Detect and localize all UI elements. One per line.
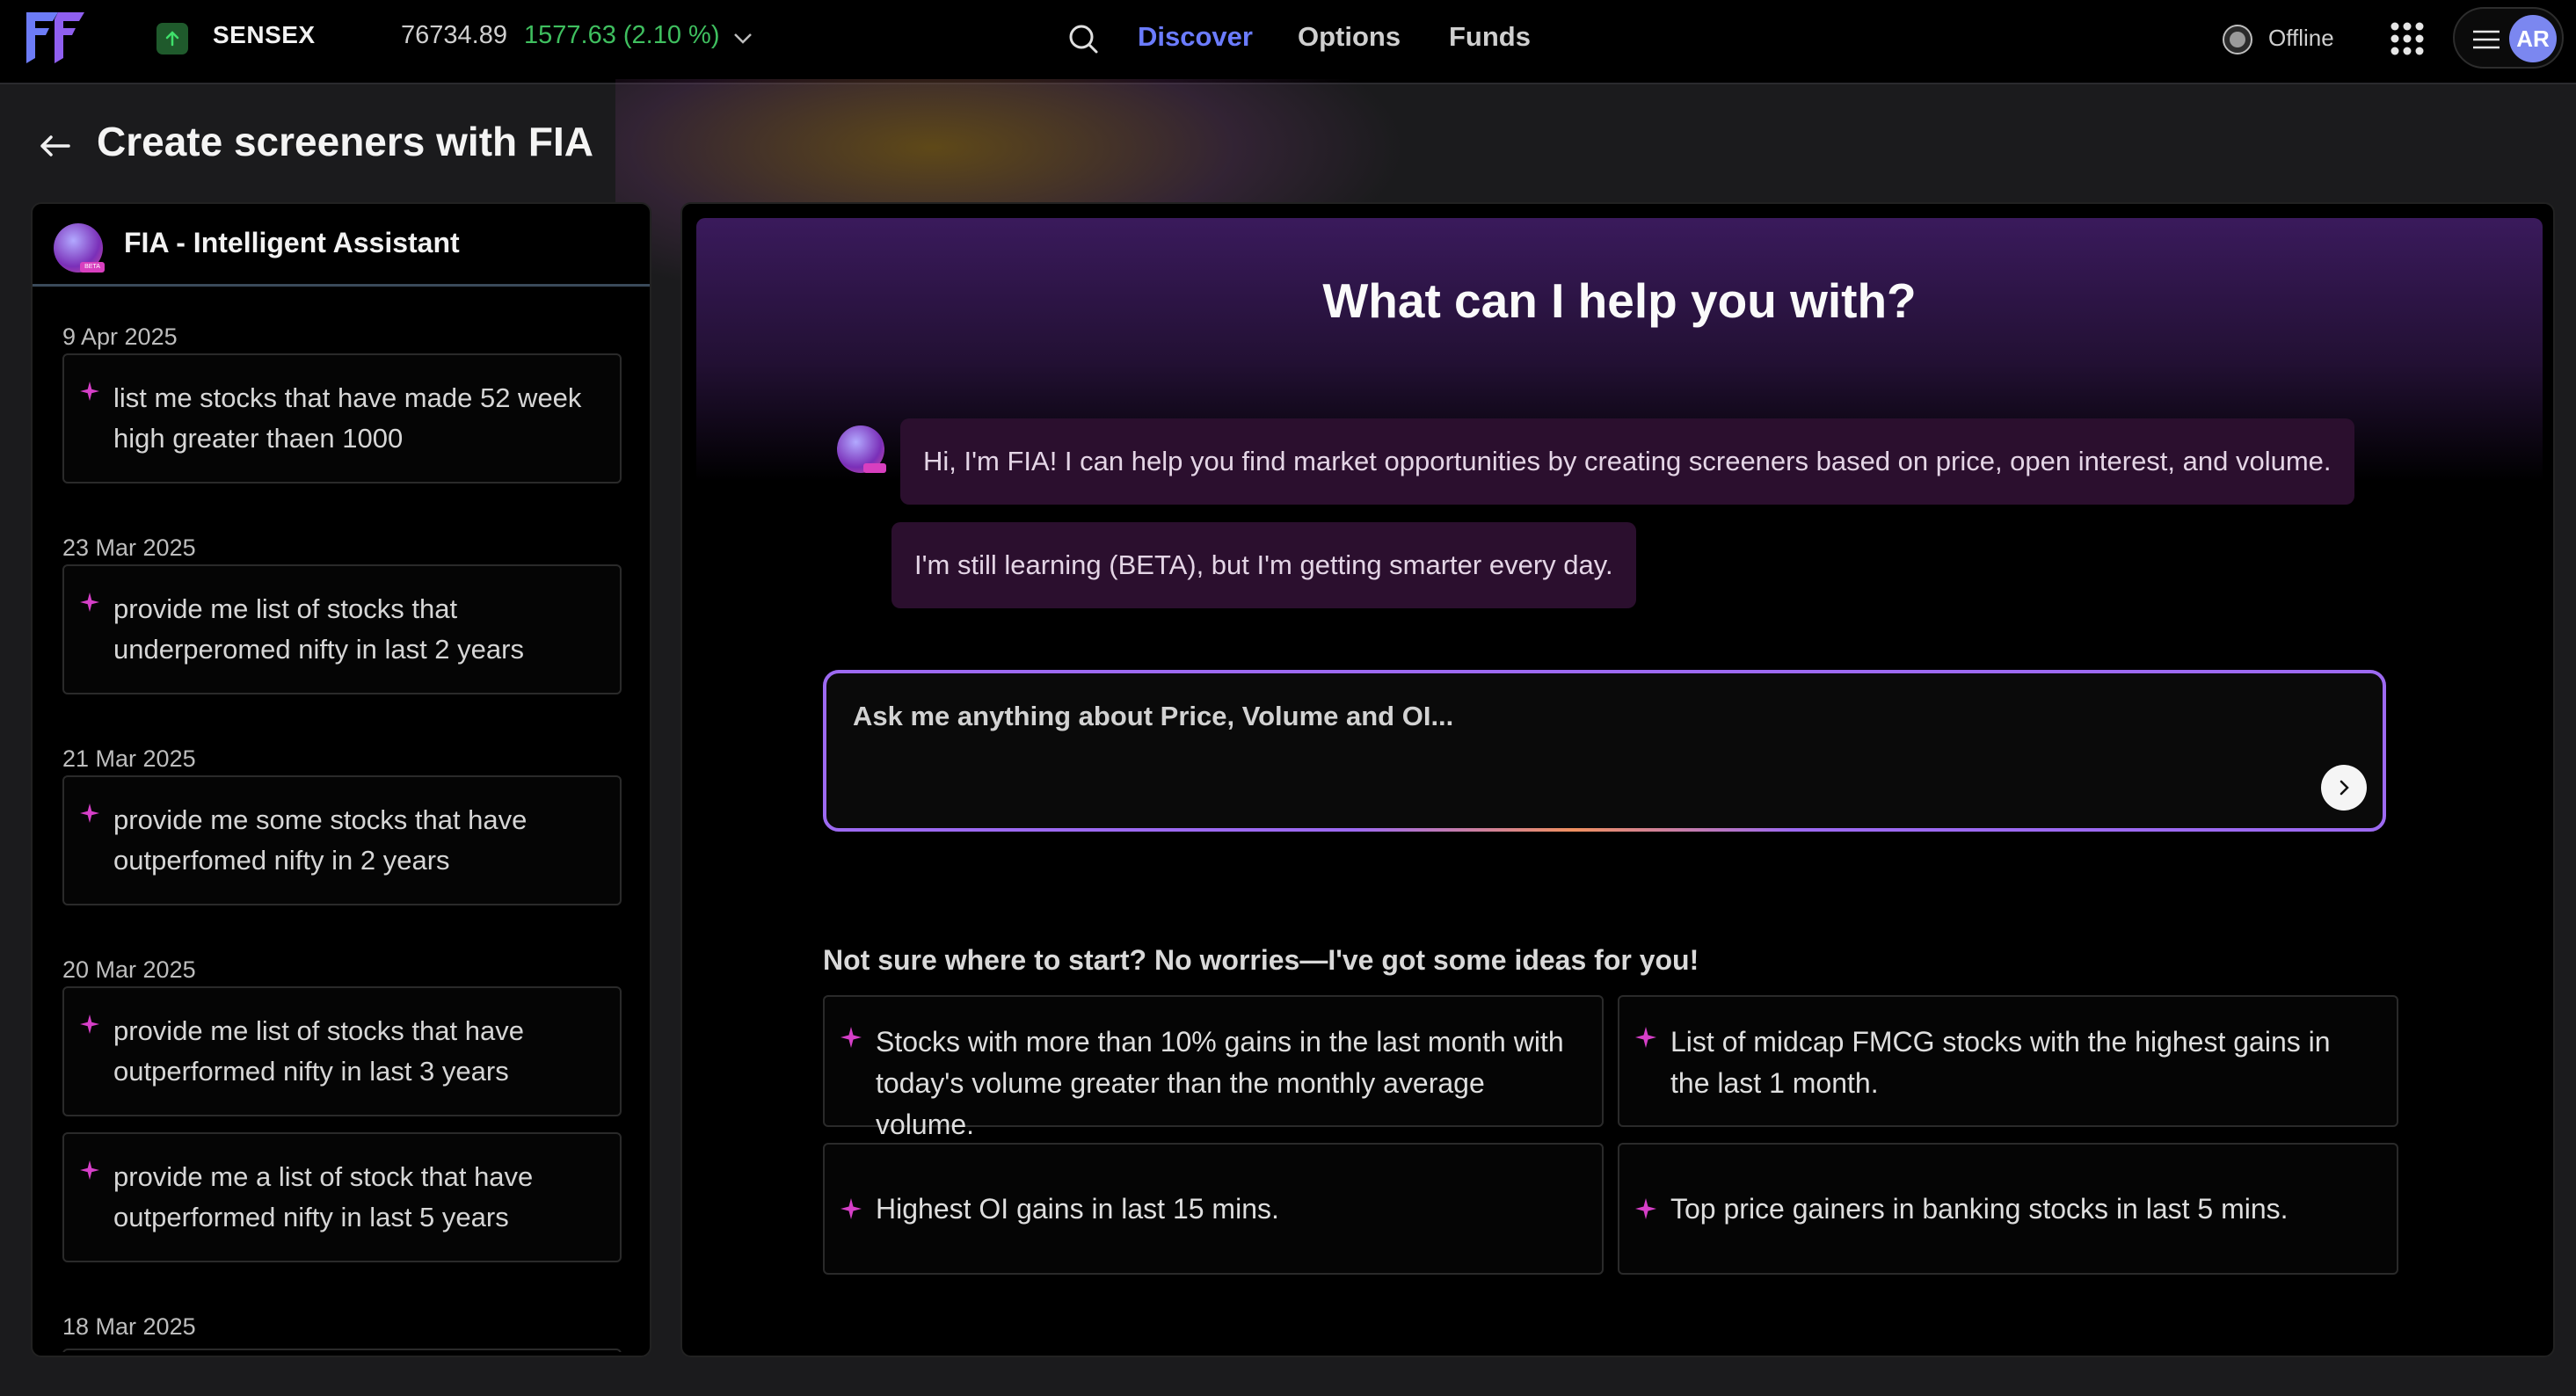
status-indicator-icon [2223,25,2252,55]
history-date: 21 Mar 2025 [62,745,196,772]
apps-grid-icon[interactable] [2388,19,2427,58]
chat-history-panel: BETA FIA - Intelligent Assistant 9 Apr 2… [31,202,651,1357]
nav-funds[interactable]: Funds [1449,21,1531,53]
suggestion-text: Top price gainers in banking stocks in l… [1670,1192,2289,1225]
suggestion-card[interactable]: List of midcap FMCG stocks with the high… [1618,995,2398,1127]
status-label: Offline [2268,25,2334,51]
suggestion-card[interactable]: Highest OI gains in last 15 mins. [823,1143,1604,1275]
ideas-title: Not sure where to start? No worries—I've… [823,944,1699,976]
history-date: 18 Mar 2025 [62,1313,196,1340]
user-avatar: AR [2509,15,2557,62]
sparkle-icon [80,803,99,823]
history-item[interactable]: provide me list of stocks that have outp… [62,986,622,1116]
sparkle-icon [1635,1198,1656,1219]
suggestion-text: List of midcap FMCG stocks with the high… [1670,1026,2331,1099]
back-arrow-icon[interactable] [35,127,74,165]
page-title: Create screeners with FIA [97,119,594,164]
history-item-text: provide me a list of stock that have out… [113,1161,534,1232]
history-date: 20 Mar 2025 [62,956,196,983]
hamburger-menu-icon [2473,30,2500,49]
history-list[interactable]: 9 Apr 2025 list me stocks that have made … [33,288,650,1352]
sparkle-icon [80,382,99,401]
fia-avatar-icon [837,425,886,473]
send-button[interactable] [2321,765,2367,811]
nav-options[interactable]: Options [1298,21,1401,53]
top-navigation-bar: SENSEX 76734.89 1577.63 (2.10 %) Discove… [0,0,2576,84]
ask-input-box[interactable] [823,670,2386,832]
suggestion-text: Highest OI gains in last 15 mins. [876,1192,1279,1225]
history-item[interactable]: list me stocks that have made 52 week hi… [62,353,622,484]
sparkle-icon [80,1160,99,1180]
index-change: 1577.63 (2.10 %) [524,21,720,49]
fia-avatar-icon: BETA [54,223,105,273]
search-icon[interactable] [1066,21,1101,56]
history-title: FIA - Intelligent Assistant [124,227,460,258]
history-group: 20 Mar 2025 provide me list of stocks tha… [33,921,650,1262]
history-item[interactable]: provide me a list of stock that have out… [62,1132,622,1262]
history-group: 23 Mar 2025 provide me list of stocks tha… [33,499,650,694]
suggestion-card[interactable]: Stocks with more than 10% gains in the l… [823,995,1604,1140]
history-group: 9 Apr 2025 list me stocks that have made … [33,288,650,484]
sparkle-icon [840,1027,862,1048]
history-item-text: list me stocks that have made 52 week hi… [113,382,582,454]
chevron-down-icon[interactable] [730,25,756,51]
suggestion-card[interactable]: Top price gainers in banking stocks in l… [1618,1143,2398,1275]
history-group: 18 Mar 2025 [33,1278,650,1352]
chevron-right-icon [2340,780,2349,796]
sparkle-icon [840,1198,862,1219]
sparkle-icon [80,1014,99,1034]
history-date: 9 Apr 2025 [62,324,178,350]
sparkle-icon [80,593,99,612]
index-trend-up-icon [156,23,188,55]
app-logo-icon[interactable] [23,9,88,65]
chat-panel: What can I help you with? Hi, I'm FIA! I… [680,202,2555,1357]
suggestion-text: Stocks with more than 10% gains in the l… [876,1026,1564,1140]
index-name: SENSEX [213,21,316,48]
history-item-text: provide me list of stocks that underpero… [113,593,524,665]
nav-discover[interactable]: Discover [1138,21,1253,53]
history-item[interactable] [62,1349,622,1352]
history-date: 23 Mar 2025 [62,534,196,561]
history-item-text: provide me list of stocks that have outp… [113,1015,524,1087]
history-item[interactable]: provide me list of stocks that underpero… [62,564,622,694]
index-price: 76734.89 [401,21,507,49]
sparkle-icon [1635,1027,1656,1048]
chat-heading: What can I help you with? [1322,273,1917,328]
history-header: BETA FIA - Intelligent Assistant [33,204,650,287]
history-group: 21 Mar 2025 provide me some stocks that h… [33,710,650,905]
assistant-message: Hi, I'm FIA! I can help you find market … [900,418,2354,505]
account-menu-button[interactable]: AR [2453,7,2564,69]
assistant-message: I'm still learning (BETA), but I'm getti… [891,522,1636,608]
history-item-text: provide me some stocks that have outperf… [113,804,528,876]
history-item[interactable]: provide me some stocks that have outperf… [62,775,622,905]
ask-input[interactable] [853,694,2259,738]
